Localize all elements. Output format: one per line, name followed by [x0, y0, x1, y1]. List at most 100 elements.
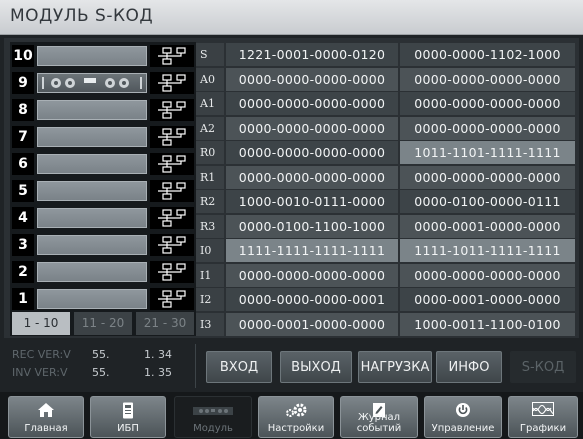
row-label: I0	[196, 239, 224, 262]
module-slot[interactable]: 5	[12, 180, 194, 202]
code-value-1: 0000-0000-0000-0001	[226, 288, 398, 311]
inv-version-major: 55.	[92, 366, 110, 379]
module-installed[interactable]	[37, 73, 147, 93]
code-value-2: 0000-0000-0000-0000	[400, 263, 575, 287]
code-value-2: 0000-0000-0000-0000	[400, 116, 575, 140]
module-bay-empty[interactable]	[37, 208, 147, 228]
module-bay-empty[interactable]	[37, 235, 147, 255]
module-bay-empty[interactable]	[37, 262, 147, 282]
nav-home-label: Главная	[24, 423, 68, 434]
ups-cabinet-icon	[91, 402, 165, 420]
module-slot[interactable]: 10	[12, 45, 194, 67]
module-bay-empty[interactable]	[37, 100, 147, 120]
network-icon	[150, 261, 194, 283]
inv-version-minor: 1. 35	[144, 366, 172, 379]
nav-control-label: Управление	[431, 423, 495, 434]
module-bay-empty[interactable]	[37, 181, 147, 201]
module-slot[interactable]: 1	[12, 288, 194, 310]
module-slot[interactable]: 8	[12, 99, 194, 121]
load-button[interactable]: НАГРУЗКА	[358, 351, 432, 383]
table-row: A0 0000-0000-0000-0000 0000-0000-0000-0000	[196, 67, 577, 91]
page-tab-11-20[interactable]: 11 - 20	[74, 312, 132, 335]
s-code-button[interactable]: S-КОД	[510, 351, 576, 383]
page-tab-21-30[interactable]: 21 - 30	[136, 312, 194, 335]
version-info: REC VER:V 55. 1. 34 INV VER:V 55. 1. 35	[12, 348, 202, 384]
network-icon	[150, 45, 194, 67]
code-value-1: 0000-0100-1100-1000	[226, 214, 398, 238]
slot-number: 4	[12, 207, 34, 229]
rec-version-major: 55.	[92, 348, 110, 361]
network-icon	[150, 207, 194, 229]
info-button[interactable]: ИНФО	[436, 351, 502, 383]
row-label: I2	[196, 288, 224, 311]
nav-module-label: Модуль	[193, 423, 233, 434]
network-icon	[150, 288, 194, 310]
slot-number: 8	[12, 99, 34, 121]
row-label: A0	[196, 67, 224, 91]
code-value-2: 0000-0000-1102-1000	[400, 43, 575, 66]
table-row: I2 0000-0000-0000-0001 0000-0001-0000-0000	[196, 288, 577, 311]
network-icon	[150, 153, 194, 175]
slot-number: 10	[12, 45, 34, 67]
rec-version-label: REC VER:V	[12, 348, 71, 361]
page-tab-1-10[interactable]: 1 - 10	[12, 312, 70, 335]
row-label: R2	[196, 190, 224, 213]
code-value-2: 0000-0001-0000-0000	[400, 214, 575, 238]
nav-events[interactable]: Журнал событий	[340, 396, 418, 438]
network-icon	[150, 126, 194, 148]
network-icon	[150, 72, 194, 94]
module-slot[interactable]: 9	[12, 72, 194, 94]
code-value-1: 0000-0001-0000-0000	[226, 312, 398, 336]
input-button[interactable]: ВХОД	[206, 351, 272, 383]
row-label: I3	[196, 312, 224, 336]
row-label: S	[196, 43, 224, 66]
row-label: R3	[196, 214, 224, 238]
code-value-2: 0000-0001-0000-0000	[400, 288, 575, 311]
gear-icon	[259, 402, 333, 420]
row-label: I1	[196, 263, 224, 287]
divider	[195, 344, 196, 388]
table-row: R0 0000-0000-0000-0000 1011-1101-1111-1111	[196, 141, 577, 164]
nav-module[interactable]: Модуль	[174, 396, 252, 438]
row-label: A2	[196, 116, 224, 140]
row-label: R1	[196, 165, 224, 189]
home-icon	[9, 402, 83, 420]
table-row: I3 0000-0001-0000-0000 1000-0011-1100-0100	[196, 312, 577, 336]
module-slot[interactable]: 6	[12, 153, 194, 175]
module-bay-empty[interactable]	[37, 127, 147, 147]
table-row: A2 0000-0000-0000-0000 0000-0000-0000-0000	[196, 116, 577, 140]
code-value-2: 0000-0000-0000-0000	[400, 92, 575, 115]
table-row: S 1221-0001-0000-0120 0000-0000-1102-1000	[196, 43, 577, 66]
nav-ups[interactable]: ИБП	[90, 396, 166, 438]
code-value-1: 1000-0010-0111-0000	[226, 190, 398, 213]
nav-home[interactable]: Главная	[8, 396, 84, 438]
slot-number: 3	[12, 234, 34, 256]
module-slot[interactable]: 4	[12, 207, 194, 229]
table-row: I1 0000-0000-0000-0000 0000-0000-0000-0000	[196, 263, 577, 287]
code-value-2: 1000-0011-1100-0100	[400, 312, 575, 336]
table-row: A1 0000-0000-0000-0000 0000-0000-0000-0000	[196, 92, 577, 115]
nav-graphs[interactable]: Графики	[508, 396, 578, 438]
network-icon	[150, 180, 194, 202]
slot-number: 6	[12, 153, 34, 175]
table-row: R2 1000-0010-0111-0000 0000-0100-0000-0111	[196, 190, 577, 213]
slot-number: 9	[12, 72, 34, 94]
module-bay-empty[interactable]	[37, 289, 147, 309]
slot-number: 5	[12, 180, 34, 202]
row-label: R0	[196, 141, 224, 164]
power-icon	[425, 402, 501, 420]
nav-settings[interactable]: Настройки	[258, 396, 334, 438]
slot-number: 2	[12, 261, 34, 283]
nav-control[interactable]: Управление	[424, 396, 502, 438]
network-icon	[150, 234, 194, 256]
module-bay-empty[interactable]	[37, 154, 147, 174]
module-slot[interactable]: 2	[12, 261, 194, 283]
page-title: МОДУЛЬ S-КОД	[10, 6, 154, 26]
module-slot[interactable]: 7	[12, 126, 194, 148]
module-slot[interactable]: 3	[12, 234, 194, 256]
network-icon	[150, 99, 194, 121]
output-button[interactable]: ВЫХОД	[280, 351, 352, 383]
table-row: R1 0000-0000-0000-0000 0000-0000-0000-0000	[196, 165, 577, 189]
nav-events-label: Журнал событий	[356, 412, 402, 434]
module-bay-empty[interactable]	[37, 46, 147, 66]
